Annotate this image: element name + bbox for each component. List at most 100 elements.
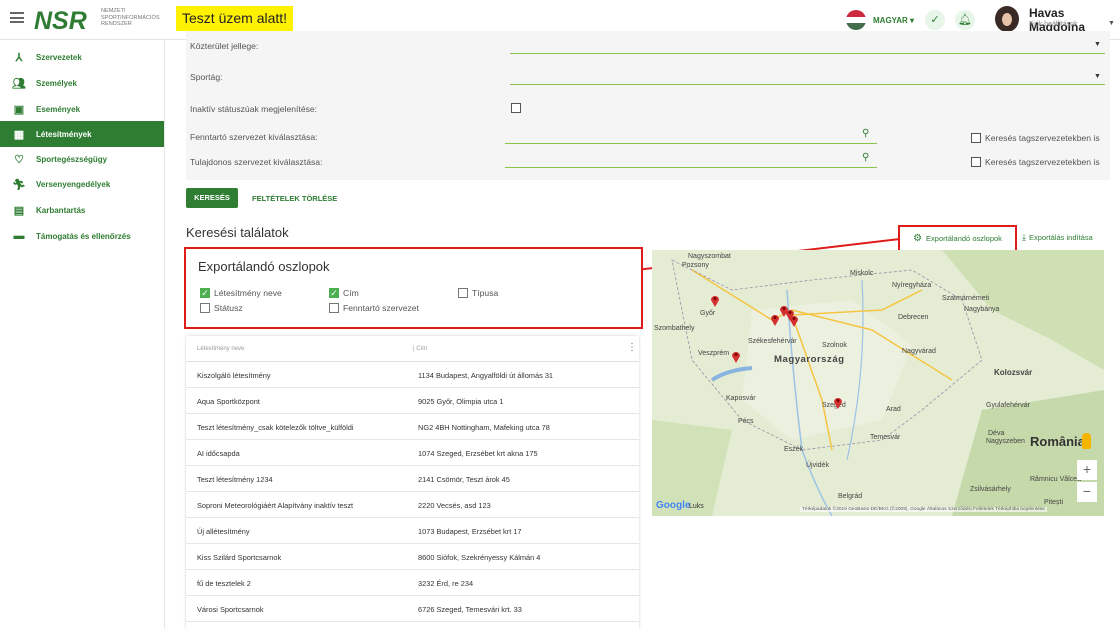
sidebar-item-organizations[interactable]: ⅄ Szervezetek	[0, 44, 164, 70]
user-name[interactable]: Havas Magdolna	[1029, 6, 1120, 34]
table-row[interactable]: Soproni Meteorológiáért Alapítvány inakt…	[186, 492, 639, 518]
export-start-button[interactable]: ⤓ Exportálás indítása	[1022, 232, 1093, 243]
map-pin-icon[interactable]	[833, 396, 843, 409]
table-row[interactable]: Új allétesítmény 1073 Budapest, Erzsébet…	[186, 518, 639, 544]
map-attribution[interactable]: Térképadatok ©2019 GeoBasis-DE/BKG (©200…	[800, 507, 1047, 512]
street-view-pegman-icon[interactable]	[1082, 433, 1091, 449]
cell-facility-name: Új allétesítmény	[197, 527, 250, 536]
more-vert-icon[interactable]: ⋮	[627, 342, 637, 353]
sidebar-item-events[interactable]: ▣ Események	[0, 96, 164, 122]
map-label: Eszék	[784, 446, 804, 453]
zoom-in-button[interactable]: +	[1077, 460, 1097, 480]
address-option-label: Cím	[343, 288, 359, 298]
organization-icon: ⅄	[15, 51, 23, 64]
cell-address: 8600 Siófok, Szekrényessy Kálmán 4	[418, 553, 541, 562]
cell-address: 2220 Vecsés, asd 123	[418, 501, 491, 510]
map-pin-icon[interactable]	[789, 314, 799, 327]
map-label: Nagyszombat	[688, 253, 731, 260]
table-row[interactable]: Teszt létesítmény 1234 2141 Csömör, Tesz…	[186, 466, 639, 492]
table-row[interactable]: Aqua Sportközpont 9025 Győr, Olimpia utc…	[186, 388, 639, 414]
table-row[interactable]: fű de tesztelek 2 3232 Érd, re 234	[186, 570, 639, 596]
table-row[interactable]: Városi Sportcsarnok 6726 Szeged, Temesvá…	[186, 596, 639, 622]
map-label: Győr	[700, 310, 716, 317]
table-row[interactable]: Teszt létesítmény_csak kötelezők töltve_…	[186, 414, 639, 440]
street-type-select[interactable]	[510, 53, 1105, 54]
avatar[interactable]	[995, 6, 1019, 32]
maintainer-org-option-label: Fenntartó szervezet	[343, 303, 419, 313]
maintainer-org-label: Fenntartó szervezet kiválasztása:	[190, 132, 318, 142]
search-icon[interactable]: ⚲	[862, 128, 869, 139]
gear-icon: ⚙	[913, 233, 923, 244]
cell-address: 9025 Győr, Olimpia utca 1	[418, 397, 504, 406]
check-icon[interactable]: ✓	[925, 10, 945, 30]
sidebar-item-competition-licenses[interactable]: 🏃︎ Versenyengedélyek	[0, 171, 164, 197]
table-row[interactable]: AI időcsapda 1074 Szeged, Erzsébet krt a…	[186, 440, 639, 466]
facility-map[interactable]: Nagyszombat Pozsony Miskolc Nyíregyháza …	[652, 250, 1104, 516]
map-label: Râmnicu Vâlcea	[1030, 476, 1081, 483]
column-header-facility-name[interactable]: Létesítmény neve	[197, 346, 244, 352]
chevron-down-icon[interactable]: ▼	[1094, 41, 1101, 48]
maintainer-org-input[interactable]	[505, 143, 877, 144]
nsr-logo[interactable]: NSR	[34, 7, 87, 36]
sidebar: ⅄ Szervezetek 👥︎ Személyek ▣ Események ▦ Lét…	[0, 40, 165, 629]
sidebar-item-facilities[interactable]: ▦ Létesítmények	[0, 121, 164, 147]
maintainer-org-checkbox[interactable]	[329, 303, 339, 313]
sidebar-item-support-control[interactable]: ▬ Támogatás és ellenőrzés	[0, 223, 164, 249]
maintainer-member-search-checkbox[interactable]	[971, 133, 981, 143]
map-label: Székesfehérvár	[748, 338, 797, 345]
maintainer-member-search-label: Keresés tagszervezetekben is	[985, 133, 1100, 143]
sidebar-item-sports-health[interactable]: ♡ Sportegészségügy	[0, 146, 164, 172]
owner-org-input[interactable]	[505, 167, 877, 168]
table-row[interactable]: Kiszolgáló létesítmény 1134 Budapest, An…	[186, 362, 639, 388]
facility-name-checkbox[interactable]: ✓	[200, 288, 210, 298]
owner-member-search-checkbox[interactable]	[971, 157, 981, 167]
type-option-label: Típusa	[472, 288, 499, 298]
map-label: Szolnok	[822, 342, 847, 349]
cell-facility-name: AI időcsapda	[197, 449, 240, 458]
map-label-country: Magyarország	[774, 354, 845, 365]
column-header-address[interactable]: | Cím	[413, 346, 427, 352]
cell-address: 2141 Csömör, Teszt árok 45	[418, 475, 510, 484]
clear-filters-button[interactable]: FELTÉTELEK TÖRLÉSE	[252, 194, 337, 203]
sport-select[interactable]	[510, 84, 1105, 85]
cell-address: 1074 Szeged, Erzsébet krt akna 175	[418, 449, 538, 458]
type-checkbox[interactable]	[458, 288, 468, 298]
map-label: Nyíregyháza	[892, 282, 932, 289]
results-table: Létesítmény neve | Cím ⋮ Kiszolgáló léte…	[186, 336, 639, 629]
hungarian-flag-icon[interactable]	[846, 10, 866, 30]
heart-icon: ♡	[14, 153, 24, 166]
map-label: Déva	[988, 430, 1005, 437]
table-header: Létesítmény neve | Cím ⋮	[186, 336, 639, 362]
bell-icon[interactable]: 🔔︎	[955, 10, 975, 30]
test-environment-badge: Teszt üzem alatt!	[176, 6, 294, 31]
zoom-out-button[interactable]: −	[1077, 482, 1097, 502]
map-label: Arad	[886, 406, 901, 413]
clipboard-icon: ▤	[13, 204, 25, 217]
sport-label: Sportág:	[190, 72, 223, 82]
chevron-down-icon[interactable]: ▼	[1094, 73, 1101, 80]
language-selector[interactable]: MAGYAR ▾	[873, 16, 914, 25]
cell-address: 1073 Budapest, Erzsébet krt 17	[418, 527, 522, 536]
search-icon[interactable]: ⚲	[862, 152, 869, 163]
sidebar-item-people[interactable]: 👥︎ Személyek	[0, 70, 164, 96]
map-label: Szatmárnémeti	[942, 295, 990, 302]
map-label: Pécs	[738, 418, 754, 425]
inactive-status-checkbox[interactable]	[511, 103, 521, 113]
sidebar-item-maintenance[interactable]: ▤ Karbantartás	[0, 197, 164, 223]
account-settings-link[interactable]: Fiók beállítások	[1029, 21, 1078, 28]
street-type-label: Közterület jellege:	[190, 41, 259, 51]
map-label: Nagyszeben	[986, 438, 1025, 445]
status-checkbox[interactable]	[200, 303, 210, 313]
address-checkbox[interactable]: ✓	[329, 288, 339, 298]
cell-facility-name: Soproni Meteorológiáért Alapítvány inakt…	[197, 501, 354, 510]
map-pin-icon[interactable]	[710, 294, 720, 307]
table-row[interactable]: Kiss Szilárd Sportcsarnok 8600 Siófok, S…	[186, 544, 639, 570]
cell-facility-name: Teszt létesítmény 1234	[197, 475, 273, 484]
download-icon: ⤓	[1022, 232, 1026, 242]
map-pin-icon[interactable]	[731, 350, 741, 363]
chevron-down-icon[interactable]: ▼	[1108, 20, 1115, 27]
search-button[interactable]: KERESÉS	[186, 188, 238, 208]
menu-icon[interactable]	[10, 12, 24, 23]
runner-icon: 🏃︎	[12, 178, 26, 191]
export-columns-button[interactable]: ⚙ Exportálandó oszlopok	[898, 225, 1017, 252]
